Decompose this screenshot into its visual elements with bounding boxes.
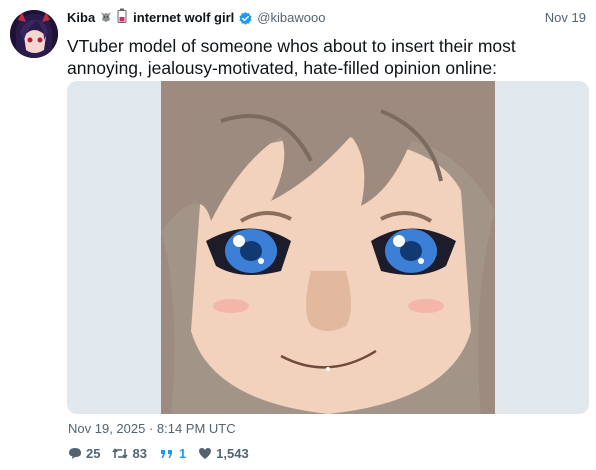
- tweet-media[interactable]: [67, 81, 589, 414]
- display-name[interactable]: Kiba: [67, 9, 95, 27]
- quote-stat[interactable]: 1: [159, 446, 186, 461]
- reply-count: 25: [86, 446, 101, 461]
- avatar-image: [10, 10, 58, 58]
- reply-icon: [69, 448, 81, 459]
- tweet-timestamp[interactable]: Nov 19, 2025 · 8:14 PM UTC: [68, 421, 236, 436]
- avatar[interactable]: [10, 10, 58, 58]
- retweet-count: 83: [132, 446, 147, 461]
- reply-stat[interactable]: 25: [68, 446, 100, 461]
- bio-name[interactable]: internet wolf girl: [133, 9, 234, 27]
- retweet-icon: [112, 448, 129, 459]
- like-stat[interactable]: 1,543: [198, 446, 249, 461]
- tweet-stats: 25 83 1 1,543: [68, 446, 261, 461]
- tweet-header: Kiba internet wolf girl @kibawooo Nov 19: [67, 8, 586, 28]
- like-count: 1,543: [216, 446, 249, 461]
- battery-icon: [117, 8, 127, 28]
- heart-icon: [199, 448, 212, 459]
- user-handle[interactable]: @kibawooo: [257, 9, 325, 27]
- retweet-stat[interactable]: 83: [112, 446, 147, 461]
- quote-count: 1: [178, 446, 187, 461]
- media-image: [161, 81, 495, 414]
- wolf-icon: [99, 9, 113, 28]
- tweet-text: VTuber model of someone whos about to in…: [67, 36, 516, 78]
- quote-icon: [160, 450, 172, 458]
- verified-badge-icon: [238, 11, 253, 26]
- tweet-date[interactable]: Nov 19: [545, 9, 586, 27]
